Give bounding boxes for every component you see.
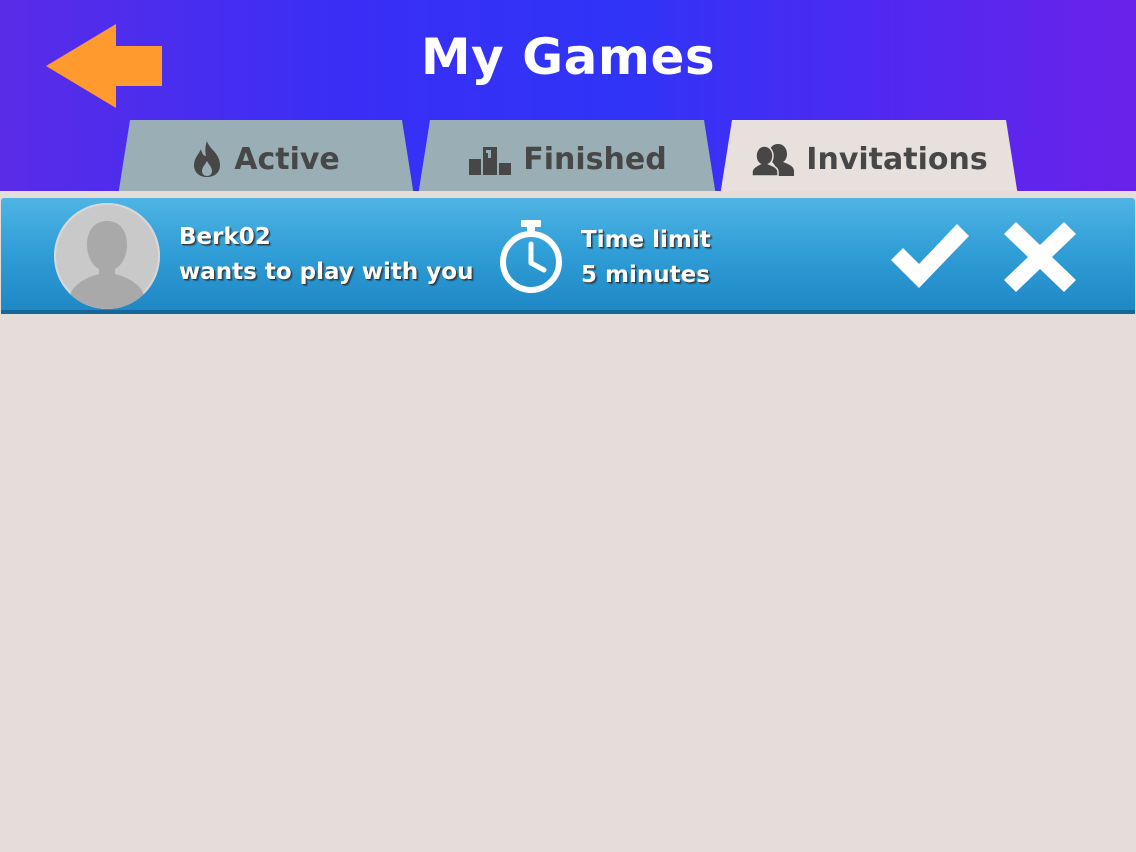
podium-icon — [469, 147, 512, 175]
time-limit-value: 5 minutes — [581, 262, 710, 288]
flame-icon — [194, 141, 221, 177]
invitation-row: Berk02 wants to play with you Time limit… — [1, 198, 1135, 314]
avatar — [54, 203, 160, 309]
decline-invitation-button[interactable] — [1004, 222, 1076, 292]
users-icon — [752, 144, 795, 176]
page-title: My Games — [420, 28, 716, 86]
tab-finished[interactable]: Finished — [418, 120, 718, 196]
header-bar: My Games Active Finished Invitations — [0, 0, 1136, 196]
tab-invitations[interactable]: Invitations — [720, 120, 1020, 196]
time-limit-label: Time limit — [581, 227, 711, 253]
tab-finished-label: Finished — [523, 141, 667, 177]
tab-active[interactable]: Active — [118, 120, 414, 196]
checkmark-icon — [891, 224, 969, 288]
invitation-username: Berk02 — [179, 224, 271, 250]
close-icon — [1004, 222, 1076, 292]
stopwatch-icon — [500, 220, 562, 293]
user-silhouette-icon — [70, 221, 144, 309]
invitation-message: wants to play with you — [179, 259, 474, 285]
accept-invitation-button[interactable] — [889, 222, 971, 292]
tab-invitations-label: Invitations — [806, 141, 988, 177]
tab-active-label: Active — [234, 141, 340, 177]
